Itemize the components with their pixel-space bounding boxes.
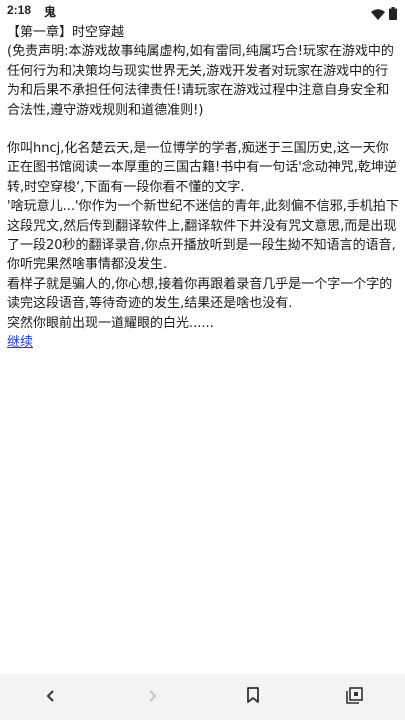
forward-button[interactable] <box>138 684 166 710</box>
status-app-label: 鬼 <box>44 5 57 19</box>
continue-link[interactable]: 继续 <box>7 333 33 352</box>
story-paragraph: 你叫hncj,化名楚云天,是一位博学的学者,痴迷于三国历史,这一天你正在图书馆阅… <box>7 141 397 195</box>
bookmark-button[interactable] <box>239 684 267 710</box>
status-bar: 2:18 鬼 <box>0 0 405 22</box>
back-button[interactable] <box>37 684 65 710</box>
story-paragraph: 突然你眼前出现一道耀眼的白光...... <box>7 315 214 331</box>
back-icon <box>45 688 57 707</box>
tabs-button[interactable] <box>340 684 368 710</box>
disclaimer-text: (免责声明:本游戏故事纯属虚构,如有雷同,纯属巧合!玩家在游戏中的任何行为和决策… <box>7 44 394 118</box>
story-paragraph: 看样子就是骗人的,你心想,接着你再跟着录音几乎是一个字一个字的读完这段语音,等待… <box>7 276 393 312</box>
story-content: 【第一章】时空穿越 (免责声明:本游戏故事纯属虚构,如有雷同,纯属巧合!玩家在游… <box>7 23 399 353</box>
forward-icon <box>146 688 158 707</box>
status-time: 2:18 <box>7 3 32 17</box>
bookmark-icon <box>246 687 260 707</box>
wifi-icon <box>371 5 385 24</box>
browser-nav-bar <box>0 674 405 720</box>
story-paragraph: '啥玩意儿...'你作为一个新世纪不迷信的青年,此刻偏不信邪,手机拍下这段咒文,… <box>7 199 399 273</box>
chapter-title: 【第一章】时空穿越 <box>7 25 125 40</box>
status-icons <box>371 5 397 24</box>
tabs-icon <box>345 686 363 708</box>
battery-icon <box>389 5 397 24</box>
